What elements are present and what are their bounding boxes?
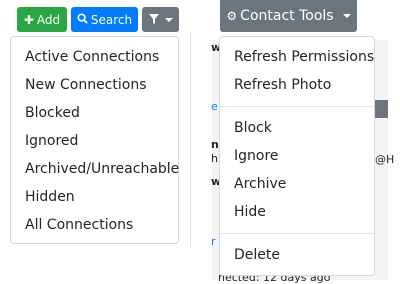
search-icon xyxy=(77,13,88,26)
background-text-fragment: h xyxy=(211,152,218,165)
background-link-fragment: e xyxy=(211,100,218,113)
background-text-fragment: n xyxy=(211,138,219,151)
add-button-label: Add xyxy=(36,12,61,27)
search-button-label: Search xyxy=(90,12,133,27)
menu-item-delete[interactable]: Delete xyxy=(220,241,374,269)
plus-icon: ✚ xyxy=(23,12,34,27)
background-text-fragment: @H xyxy=(375,153,395,166)
filter-dropdown-button[interactable] xyxy=(142,7,179,32)
menu-item-ignore[interactable]: Ignore xyxy=(220,142,374,170)
filter-menu: Active Connections New Connections Block… xyxy=(10,36,179,244)
menu-item-active-connections[interactable]: Active Connections xyxy=(11,43,178,71)
menu-item-archived-unreachable[interactable]: Archived/Unreachable xyxy=(11,155,179,183)
menu-item-all-connections[interactable]: All Connections xyxy=(11,211,178,239)
menu-item-refresh-permissions[interactable]: Refresh Permissions xyxy=(220,43,374,71)
menu-item-archive[interactable]: Archive xyxy=(220,170,374,198)
contact-tools-label: Contact Tools xyxy=(240,8,334,24)
filter-icon xyxy=(148,13,159,26)
menu-item-blocked[interactable]: Blocked xyxy=(11,99,178,127)
panel-border xyxy=(190,32,191,247)
menu-item-hide[interactable]: Hide xyxy=(220,198,374,226)
chevron-down-icon xyxy=(164,17,173,22)
chevron-down-icon xyxy=(342,14,351,18)
add-button[interactable]: ✚ Add xyxy=(17,7,67,32)
contact-tools-menu: Refresh Permissions Refresh Photo Block … xyxy=(219,36,375,276)
menu-divider xyxy=(220,233,374,234)
menu-item-hidden[interactable]: Hidden xyxy=(11,183,178,211)
gear-icon: ⚙ xyxy=(226,9,238,23)
menu-item-refresh-photo[interactable]: Refresh Photo xyxy=(220,71,374,99)
menu-item-ignored[interactable]: Ignored xyxy=(11,127,178,155)
menu-divider xyxy=(220,106,374,107)
background-link-fragment: r xyxy=(211,235,216,248)
contact-tools-button[interactable]: ⚙ Contact Tools xyxy=(220,0,357,32)
menu-item-new-connections[interactable]: New Connections xyxy=(11,71,178,99)
search-button[interactable]: Search xyxy=(71,7,138,32)
menu-item-block[interactable]: Block xyxy=(220,114,374,142)
